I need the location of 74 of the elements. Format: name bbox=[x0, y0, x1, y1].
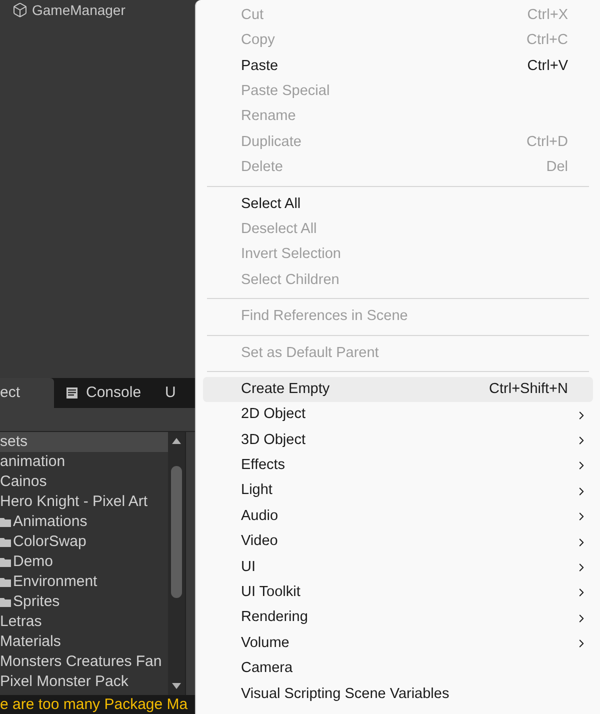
menu-item-label: Create Empty bbox=[241, 380, 330, 399]
menu-item-label: Copy bbox=[241, 31, 275, 50]
scroll-down-icon[interactable] bbox=[172, 683, 181, 689]
folder-icon bbox=[0, 518, 11, 526]
menu-item-label: Paste bbox=[241, 56, 278, 76]
menu-item-label: Duplicate bbox=[241, 132, 302, 152]
tree-item[interactable]: sets bbox=[0, 432, 168, 452]
menu-item[interactable]: Camera bbox=[203, 656, 593, 682]
menu-item-label: Rendering bbox=[241, 608, 308, 628]
scrollbar[interactable] bbox=[168, 432, 185, 695]
menu-item-label: Video bbox=[241, 532, 278, 552]
tree-item[interactable]: Materials bbox=[0, 632, 168, 652]
menu-item[interactable]: Select All bbox=[203, 192, 593, 218]
menu-item[interactable]: 3D Object bbox=[203, 428, 593, 454]
scroll-thumb[interactable] bbox=[171, 466, 182, 598]
shortcut-label: Ctrl+V bbox=[527, 56, 568, 76]
menu-item-label: Select All bbox=[241, 194, 301, 214]
menu-item[interactable]: Create Empty Ctrl+Shift+N bbox=[203, 377, 593, 402]
menu-item-label: Find References in Scene bbox=[241, 307, 408, 326]
menu-item-label: Cut bbox=[241, 6, 264, 25]
shortcut-label: Ctrl+D bbox=[526, 132, 568, 152]
menu-item-label: UI bbox=[241, 558, 256, 577]
tree-item[interactable]: Sprites bbox=[0, 592, 168, 612]
menu-item[interactable]: Visual Scripting Scene Variables bbox=[203, 682, 593, 708]
tree-item[interactable]: ColorSwap bbox=[0, 532, 168, 552]
folder-icon bbox=[0, 598, 11, 606]
shortcut-label: Ctrl+X bbox=[527, 6, 568, 25]
shortcut-label: Ctrl+C bbox=[526, 31, 568, 50]
tree-item[interactable]: Cainos bbox=[0, 472, 168, 492]
menu-item[interactable]: UI Toolkit bbox=[203, 580, 593, 606]
tree-item[interactable]: Demo bbox=[0, 552, 168, 572]
menu-item[interactable]: 2D Object bbox=[203, 402, 593, 428]
hierarchy-item[interactable]: GameManager bbox=[0, 1, 130, 19]
menu-item-label: Visual Scripting Scene Variables bbox=[241, 684, 450, 704]
tree-item[interactable]: Environment bbox=[0, 572, 168, 592]
menu-item-label: Rename bbox=[241, 107, 296, 126]
scroll-up-icon[interactable] bbox=[172, 438, 181, 444]
warning-message: e are too many Package Ma bbox=[0, 696, 188, 713]
menu-item[interactable]: Light bbox=[203, 478, 593, 504]
menu-item-label: Audio bbox=[241, 506, 278, 526]
menu-item[interactable]: Effects bbox=[203, 453, 593, 479]
shortcut-label: Del bbox=[546, 158, 568, 178]
menu-item-label: Paste Special bbox=[241, 82, 330, 101]
tree-item[interactable]: Monsters Creatures Fan bbox=[0, 652, 168, 672]
tree-item[interactable]: Letras bbox=[0, 612, 168, 632]
menu-item-label: Delete bbox=[241, 158, 283, 178]
menu-item[interactable]: Volume bbox=[203, 630, 593, 656]
menu-item[interactable]: Paste Ctrl+V bbox=[203, 54, 593, 80]
tree-item[interactable]: animation bbox=[0, 452, 168, 472]
menu-item-label: Deselect All bbox=[241, 220, 317, 239]
menu-item-label: Camera bbox=[241, 659, 293, 678]
menu-item-label: 2D Object bbox=[241, 405, 306, 424]
menu-item[interactable]: Rendering bbox=[203, 606, 593, 631]
menu-item[interactable]: Video bbox=[203, 529, 593, 555]
menu-item-label: Light bbox=[241, 481, 272, 500]
tree-item[interactable]: Hero Knight - Pixel Art bbox=[0, 492, 168, 512]
menu-item-label: Select Children bbox=[241, 270, 340, 290]
folder-icon bbox=[0, 578, 11, 586]
document-icon bbox=[66, 387, 78, 399]
menu-item-label: Effects bbox=[241, 456, 286, 476]
cube-icon bbox=[12, 2, 28, 18]
menu-item-label: Set as Default Parent bbox=[241, 344, 379, 362]
menu-item-label: Volume bbox=[241, 634, 290, 653]
tree-item[interactable]: Pixel Monster Pack bbox=[0, 672, 168, 692]
menu-item-label: UI Toolkit bbox=[241, 583, 300, 602]
menu-item[interactable]: Audio bbox=[203, 504, 593, 530]
shortcut-label: Ctrl+Shift+N bbox=[489, 380, 568, 399]
folder-icon bbox=[0, 558, 11, 566]
tree-item[interactable]: Animations bbox=[0, 512, 168, 532]
menu-item[interactable]: UI bbox=[203, 554, 593, 580]
menu-item-label: 3D Object bbox=[241, 430, 306, 450]
panel-tab[interactable]: ect bbox=[0, 378, 54, 408]
folder-icon bbox=[0, 538, 11, 546]
menu-item-label: Invert Selection bbox=[241, 245, 341, 264]
